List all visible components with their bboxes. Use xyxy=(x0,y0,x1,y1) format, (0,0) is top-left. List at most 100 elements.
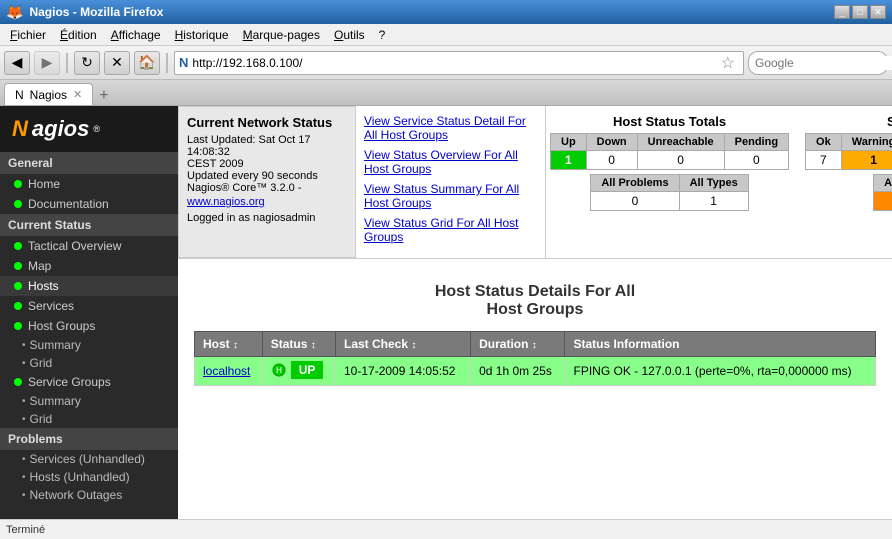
link-service-status-detail[interactable]: View Service Status Detail For All Host … xyxy=(364,114,537,142)
service-status-title: Service Status Totals xyxy=(805,114,892,129)
menubar: Fichier Édition Affichage Historique Mar… xyxy=(0,24,892,46)
sidebar-subitem-hosts-unhandled-label: Hosts (Unhandled) xyxy=(30,470,130,484)
sidebar-section-general: General xyxy=(0,152,178,174)
sidebar-item-services[interactable]: Services xyxy=(0,296,178,316)
host-col-down: Down xyxy=(586,134,637,151)
sidebar-subitem-sg-summary[interactable]: • Summary xyxy=(0,392,178,410)
host-status-title: Host Status Totals xyxy=(550,114,789,129)
new-tab-button[interactable]: + xyxy=(95,87,112,105)
menu-fichier[interactable]: Fichier xyxy=(4,26,52,44)
sidebar-item-host-groups-label: Host Groups xyxy=(28,319,95,333)
svc-val-ok[interactable]: 7 xyxy=(806,151,842,170)
window-titlebar: 🦊 Nagios - Mozilla Firefox _ □ ✕ xyxy=(0,0,892,24)
sidebar-item-map[interactable]: Map xyxy=(0,256,178,276)
close-button[interactable]: ✕ xyxy=(870,5,886,19)
host-val-unreachable[interactable]: 0 xyxy=(637,151,724,170)
stop-button[interactable]: ✕ xyxy=(104,51,130,75)
detail-section: Host Status Details For AllHost Groups H… xyxy=(178,259,892,394)
host-val-down[interactable]: 0 xyxy=(586,151,637,170)
link-status-grid[interactable]: View Status Grid For All Host Groups xyxy=(364,216,537,244)
grid-bullet: • xyxy=(22,358,26,369)
reload-button[interactable]: ↻ xyxy=(74,51,100,75)
sidebar-item-tactical-label: Tactical Overview xyxy=(28,239,121,253)
sidebar-subitem-grid[interactable]: • Grid xyxy=(0,354,178,372)
home-button[interactable]: 🏠 xyxy=(134,51,160,75)
address-bar[interactable]: N ☆ xyxy=(174,51,744,75)
sg-summary-bullet: • xyxy=(22,396,26,407)
sidebar-subitem-sg-grid[interactable]: • Grid xyxy=(0,410,178,428)
menu-outils[interactable]: Outils xyxy=(328,26,371,44)
forward-button[interactable]: ▶ xyxy=(34,51,60,75)
address-input[interactable] xyxy=(192,56,712,70)
maximize-button[interactable]: □ xyxy=(852,5,868,19)
nagios-website-link[interactable]: www.nagios.org xyxy=(187,196,347,208)
back-button[interactable]: ◀ xyxy=(4,51,30,75)
home-status-dot xyxy=(14,180,22,188)
menu-edition[interactable]: Édition xyxy=(54,26,103,44)
window-controls[interactable]: _ □ ✕ xyxy=(834,5,886,19)
svc-problems-val[interactable]: 1 xyxy=(874,192,892,211)
sidebar-item-documentation[interactable]: Documentation xyxy=(0,194,178,214)
col-last-check: Last Check ↕ xyxy=(336,332,471,357)
minimize-button[interactable]: _ xyxy=(834,5,850,19)
tabbar: N Nagios ✕ + xyxy=(0,80,892,106)
svc-problems-label: All Problems xyxy=(874,175,892,192)
link-status-overview[interactable]: View Status Overview For All Host Groups xyxy=(364,148,537,176)
col-duration-sort-icon[interactable]: ↕ xyxy=(532,340,537,351)
nav-links-panel: View Service Status Detail For All Host … xyxy=(356,106,546,258)
col-status-sort-icon[interactable]: ↕ xyxy=(311,340,316,351)
bookmark-star-icon[interactable]: ☆ xyxy=(717,53,739,73)
link-status-summary[interactable]: View Status Summary For All Host Groups xyxy=(364,182,537,210)
nagios-logo-text: agios xyxy=(32,116,89,142)
host-link[interactable]: localhost xyxy=(203,364,250,378)
tab-nagios[interactable]: N Nagios ✕ xyxy=(4,83,93,105)
detail-table: Host ↕ Status ↕ Last Check ↕ Durati xyxy=(194,331,876,386)
service-status-table: Ok Warning Unknown Critical Pending 7 1 xyxy=(805,133,892,170)
host-status-table: Up Down Unreachable Pending 1 0 0 0 xyxy=(550,133,789,170)
sidebar-item-tactical-overview[interactable]: Tactical Overview xyxy=(0,236,178,256)
host-val-pending[interactable]: 0 xyxy=(724,151,788,170)
statusbar: Terminé xyxy=(0,519,892,539)
svg-text:H: H xyxy=(276,366,282,375)
sidebar-subitem-summary[interactable]: • Summary xyxy=(0,336,178,354)
status-up-label: UP xyxy=(291,361,324,379)
host-types-val[interactable]: 1 xyxy=(679,192,748,211)
svc-val-warning[interactable]: 1 xyxy=(841,151,892,170)
service-groups-dot xyxy=(14,378,22,386)
network-status-panel: Current Network Status Last Updated: Sat… xyxy=(178,106,356,258)
sidebar-item-services-label: Services xyxy=(28,299,74,313)
row-duration: 0d 1h 0m 25s xyxy=(471,357,565,386)
host-problems-val[interactable]: 0 xyxy=(591,192,679,211)
sidebar-item-host-groups[interactable]: Host Groups xyxy=(0,316,178,336)
col-host: Host ↕ xyxy=(195,332,263,357)
col-host-sort-icon[interactable]: ↕ xyxy=(233,340,238,351)
menu-marquepages[interactable]: Marque-pages xyxy=(237,26,326,44)
version: Nagios® Core™ 3.2.0 - xyxy=(187,182,347,194)
right-top-section: View Service Status Detail For All Host … xyxy=(356,106,892,258)
sidebar-item-service-groups[interactable]: Service Groups xyxy=(0,372,178,392)
col-status-info: Status Information xyxy=(565,332,876,357)
sidebar-subitem-network-outages[interactable]: • Network Outages xyxy=(0,486,178,504)
sidebar-item-documentation-label: Documentation xyxy=(28,197,109,211)
host-problems-label: All Problems xyxy=(591,175,679,192)
services-dot xyxy=(14,302,22,310)
col-last-check-sort-icon[interactable]: ↕ xyxy=(411,340,416,351)
sidebar-item-hosts[interactable]: Hosts xyxy=(0,276,178,296)
menu-affichage[interactable]: Affichage xyxy=(105,26,167,44)
host-val-up[interactable]: 1 xyxy=(551,151,587,170)
tab-close-icon[interactable]: ✕ xyxy=(73,88,82,101)
sidebar-subitem-hosts-unhandled[interactable]: • Hosts (Unhandled) xyxy=(0,468,178,486)
sidebar-item-home-label: Home xyxy=(28,177,60,191)
sidebar-item-home[interactable]: Home xyxy=(0,174,178,194)
cest: CEST 2009 xyxy=(187,158,347,170)
search-bar[interactable]: 🔍 xyxy=(748,51,888,75)
search-input[interactable] xyxy=(755,56,892,70)
firefox-icon: 🦊 xyxy=(6,4,23,21)
row-status: H UP xyxy=(262,357,335,386)
svc-col-ok: Ok xyxy=(806,134,842,151)
menu-historique[interactable]: Historique xyxy=(169,26,235,44)
menu-help[interactable]: ? xyxy=(373,26,392,44)
detail-title: Host Status Details For AllHost Groups xyxy=(194,283,876,319)
sidebar-subitem-services-unhandled[interactable]: • Services (Unhandled) xyxy=(0,450,178,468)
col-status-info-label: Status Information xyxy=(573,337,679,351)
